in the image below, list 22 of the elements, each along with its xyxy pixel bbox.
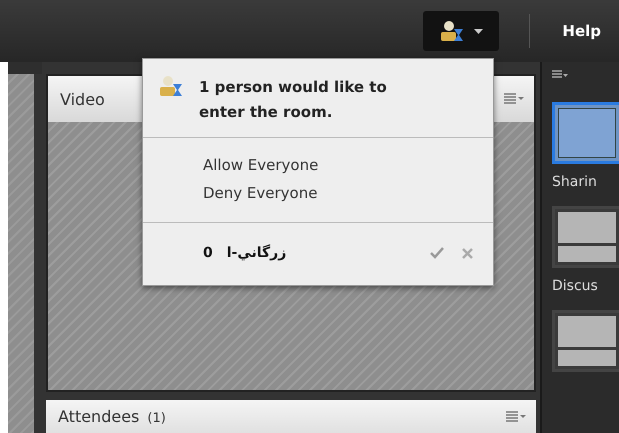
layout-thumbnail[interactable] (552, 102, 619, 164)
user-hourglass-icon (440, 20, 464, 42)
menu-item[interactable]: Allow Everyone (203, 156, 493, 174)
panel-menu-icon[interactable] (506, 410, 526, 422)
requester-name: زرگاني-ا (226, 245, 286, 261)
user-hourglass-icon (159, 75, 183, 97)
layout-label: Discus (552, 278, 599, 294)
panel-title: Video (60, 90, 105, 108)
panel-menu-icon[interactable] (504, 93, 524, 105)
help-menu[interactable]: Help (562, 22, 601, 40)
layout-thumbnail[interactable] (552, 206, 619, 268)
dropdown-caret-icon (474, 28, 483, 34)
request-count: 0 (203, 245, 213, 261)
entry-requests-button[interactable] (423, 11, 500, 51)
layout-thumbnail[interactable] (552, 310, 619, 372)
layout-label: Sharin (552, 174, 598, 190)
accept-icon[interactable] (430, 247, 444, 259)
layouts-menu-icon[interactable] (552, 70, 568, 80)
menu-item[interactable]: Deny Everyone (203, 184, 493, 202)
attendee-count: (1) (147, 411, 166, 426)
request-message: 1 person would like to enter the room. (199, 77, 388, 123)
panel-title: Attendees (58, 407, 140, 426)
